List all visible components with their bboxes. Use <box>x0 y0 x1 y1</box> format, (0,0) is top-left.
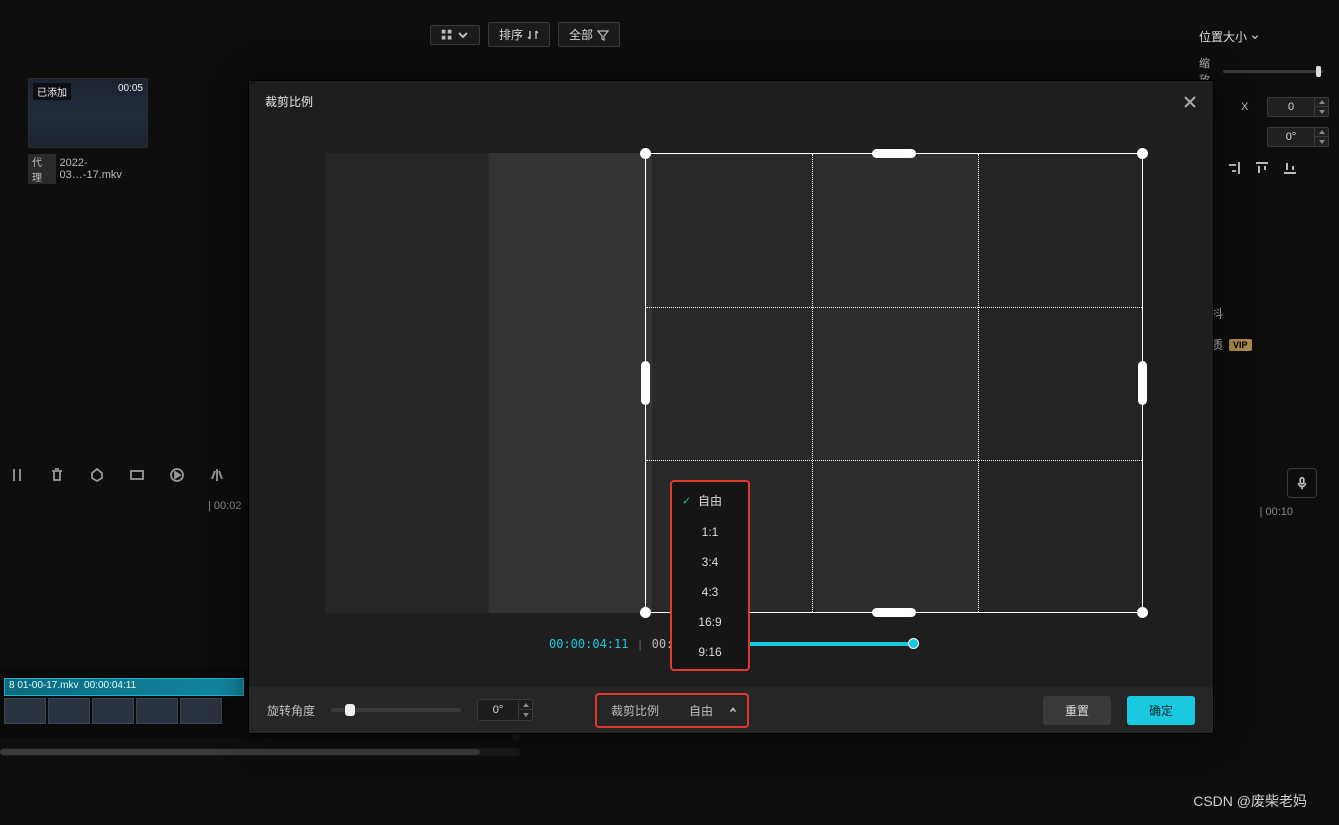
timeline-frames <box>4 698 222 724</box>
duration-badge: 00:05 <box>118 83 143 94</box>
record-tool-icon[interactable] <box>168 466 186 484</box>
x-value: 0 <box>1268 98 1314 116</box>
crop-ratio-dialog: 裁剪比例 00:00:04:11 | 00:00:04 <box>248 80 1214 734</box>
trim-tool-icon[interactable] <box>8 466 26 484</box>
ratio-option-4-3[interactable]: 4:3 <box>672 577 748 607</box>
chevron-down-icon <box>457 29 469 41</box>
current-time: 00:00:04:11 <box>549 637 628 651</box>
sort-icon <box>527 29 539 41</box>
crop-handle-tr[interactable] <box>1137 148 1148 159</box>
filter-label: 全部 <box>569 26 593 43</box>
vip-badge: VIP <box>1229 339 1252 351</box>
rotate-slider[interactable] <box>331 708 461 712</box>
crop-handle-top[interactable] <box>872 149 916 158</box>
close-button[interactable] <box>1183 95 1197 109</box>
x-stepper[interactable] <box>1314 98 1328 116</box>
trim-playhead[interactable] <box>908 638 919 649</box>
added-badge: 已添加 <box>33 83 71 100</box>
crop-guide-v1 <box>812 154 813 612</box>
crop-handle-bl[interactable] <box>640 607 651 618</box>
chevron-down-icon <box>1251 33 1259 41</box>
crop-ratio-select[interactable]: 裁剪比例 自由 <box>595 693 749 728</box>
timeline-clip[interactable]: 8 01-00-17.mkv 00:00:04:11 <box>4 678 244 696</box>
align-bottom-icon[interactable] <box>1283 161 1297 175</box>
reset-button[interactable]: 重置 <box>1043 696 1111 725</box>
crop-guide-h2 <box>646 460 1142 461</box>
watermark: CSDN @废柴老妈 <box>1193 791 1307 811</box>
align-right-icon[interactable] <box>1227 161 1241 175</box>
rotation-stepper[interactable] <box>1314 128 1328 146</box>
align-top-icon[interactable] <box>1255 161 1269 175</box>
view-grid-button[interactable] <box>430 25 480 45</box>
check-icon: ✓ <box>682 494 691 507</box>
crop-handle-bottom[interactable] <box>872 608 916 617</box>
rotation-value: 0° <box>1268 128 1314 146</box>
crop-guide-h1 <box>646 307 1142 308</box>
select-tool-icon[interactable] <box>128 466 146 484</box>
sort-button[interactable]: 排序 <box>488 22 550 47</box>
clip-time: 00:00:04:11 <box>84 680 136 691</box>
x-label: X <box>1241 101 1259 113</box>
sort-label: 排序 <box>499 26 523 43</box>
timeline-horizontal-scrollbar[interactable] <box>0 748 520 756</box>
rotate-value: 0° <box>478 700 518 720</box>
crop-handle-br[interactable] <box>1137 607 1148 618</box>
crop-ratio-dropdown[interactable]: ✓自由 1:1 3:4 4:3 16:9 9:16 <box>670 480 750 671</box>
proxy-chip: 代理 <box>28 154 56 184</box>
ratio-option-free[interactable]: ✓自由 <box>672 484 748 517</box>
panel-title: 位置大小 <box>1199 28 1329 45</box>
crop-handle-left[interactable] <box>641 361 650 405</box>
ratio-option-16-9[interactable]: 16:9 <box>672 607 748 637</box>
crop-select-label: 裁剪比例 <box>611 702 659 719</box>
scale-slider[interactable] <box>1223 70 1323 73</box>
crop-select-value: 自由 <box>689 702 713 719</box>
antishake-row[interactable]: 防抖 <box>1199 293 1329 324</box>
microphone-button[interactable] <box>1287 468 1317 498</box>
rotate-label: 旋转角度 <box>267 702 315 719</box>
ratio-option-3-4[interactable]: 3:4 <box>672 547 748 577</box>
media-filename: 代理 2022-03…-17.mkv <box>28 154 148 184</box>
media-item[interactable]: 已添加 00:05 代理 2022-03…-17.mkv <box>28 78 148 184</box>
filter-all-button[interactable]: 全部 <box>558 22 620 47</box>
quality-row[interactable]: 画质 VIP <box>1199 324 1329 355</box>
chevron-up-icon <box>729 703 737 717</box>
rotation-input[interactable]: 0° <box>1267 127 1329 147</box>
rotate-stepper[interactable] <box>518 701 532 719</box>
marker-tool-icon[interactable] <box>88 466 106 484</box>
filename-text: 2022-03…-17.mkv <box>60 157 148 181</box>
confirm-button[interactable]: 确定 <box>1127 696 1195 725</box>
ratio-option-1-1[interactable]: 1:1 <box>672 517 748 547</box>
dialog-title: 裁剪比例 <box>265 93 313 110</box>
crop-guide-v2 <box>978 154 979 612</box>
crop-handle-tl[interactable] <box>640 148 651 159</box>
rotate-input[interactable]: 0° <box>477 699 533 721</box>
filter-icon <box>597 29 609 41</box>
timeline-ruler-mark: | 00:02 <box>208 500 241 512</box>
delete-tool-icon[interactable] <box>48 466 66 484</box>
ratio-option-9-16[interactable]: 9:16 <box>672 637 748 667</box>
grid-icon <box>441 29 453 41</box>
mirror-tool-icon[interactable] <box>208 466 226 484</box>
x-input[interactable]: 0 <box>1267 97 1329 117</box>
media-thumbnail[interactable]: 已添加 00:05 <box>28 78 148 148</box>
right-ruler-mark: | 00:10 <box>1260 506 1293 518</box>
crop-handle-right[interactable] <box>1138 361 1147 405</box>
clip-name: 8 01-00-17.mkv <box>9 680 78 691</box>
